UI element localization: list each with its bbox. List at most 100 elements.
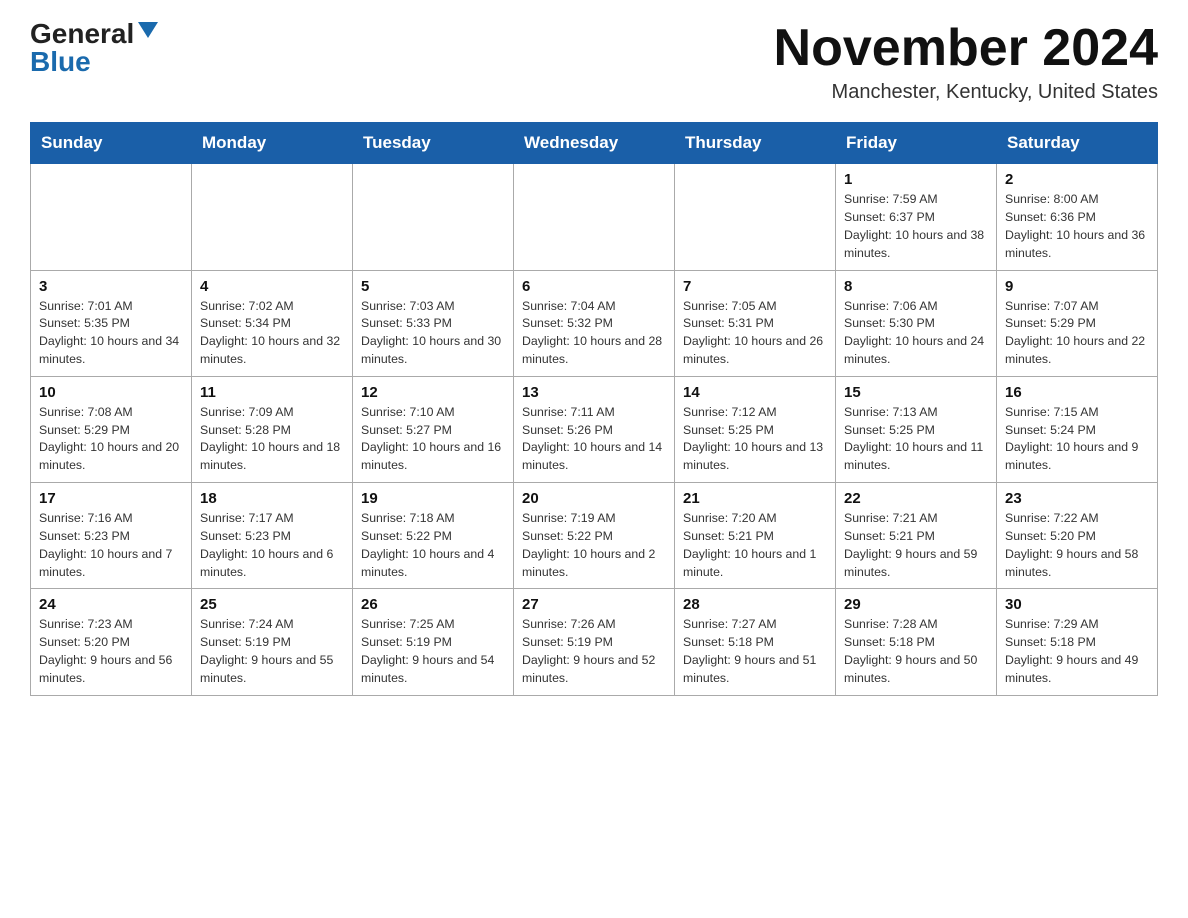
location-text: Manchester, Kentucky, United States (774, 81, 1158, 104)
day-info: Sunrise: 7:10 AMSunset: 5:27 PMDaylight:… (361, 404, 505, 475)
table-row: 1 Sunrise: 7:59 AMSunset: 6:37 PMDaylight… (836, 164, 997, 270)
day-info: Sunrise: 7:18 AMSunset: 5:22 PMDaylight:… (361, 510, 505, 581)
day-info: Sunrise: 8:00 AMSunset: 6:36 PMDaylight:… (1005, 191, 1149, 262)
page-header: General Blue November 2024 Manchester, K… (30, 20, 1158, 104)
day-number: 16 (1005, 384, 1149, 401)
col-thursday: Thursday (675, 123, 836, 164)
day-info: Sunrise: 7:05 AMSunset: 5:31 PMDaylight:… (683, 298, 827, 369)
day-number: 3 (39, 278, 183, 295)
table-row: 17Sunrise: 7:16 AMSunset: 5:23 PMDayligh… (31, 483, 192, 589)
day-info: Sunrise: 7:02 AMSunset: 5:34 PMDaylight:… (200, 298, 344, 369)
logo: General Blue (30, 20, 158, 76)
day-number: 6 (522, 278, 666, 295)
day-info: Sunrise: 7:28 AMSunset: 5:18 PMDaylight:… (844, 616, 988, 687)
calendar-week-1: 1 Sunrise: 7:59 AMSunset: 6:37 PMDaylight… (31, 164, 1158, 270)
day-number: 11 (200, 384, 344, 401)
day-info: Sunrise: 7:15 AMSunset: 5:24 PMDaylight:… (1005, 404, 1149, 475)
day-number: 12 (361, 384, 505, 401)
day-info: Sunrise: 7:19 AMSunset: 5:22 PMDaylight:… (522, 510, 666, 581)
calendar-week-2: 3 Sunrise: 7:01 AMSunset: 5:35 PMDaylight… (31, 270, 1158, 376)
table-row: 28 Sunrise: 7:27 AMSunset: 5:18 PMDayligh… (675, 589, 836, 695)
table-row: 23 Sunrise: 7:22 AMSunset: 5:20 PMDayligh… (997, 483, 1158, 589)
table-row: 14Sunrise: 7:12 AMSunset: 5:25 PMDayligh… (675, 376, 836, 482)
day-info: Sunrise: 7:03 AMSunset: 5:33 PMDaylight:… (361, 298, 505, 369)
day-info: Sunrise: 7:04 AMSunset: 5:32 PMDaylight:… (522, 298, 666, 369)
day-info: Sunrise: 7:09 AMSunset: 5:28 PMDaylight:… (200, 404, 344, 475)
table-row: 13 Sunrise: 7:11 AMSunset: 5:26 PMDayligh… (514, 376, 675, 482)
table-row: 21 Sunrise: 7:20 AMSunset: 5:21 PMDayligh… (675, 483, 836, 589)
day-info: Sunrise: 7:07 AMSunset: 5:29 PMDaylight:… (1005, 298, 1149, 369)
table-row: 27Sunrise: 7:26 AMSunset: 5:19 PMDayligh… (514, 589, 675, 695)
day-number: 7 (683, 278, 827, 295)
table-row (675, 164, 836, 270)
table-row: 19 Sunrise: 7:18 AMSunset: 5:22 PMDayligh… (353, 483, 514, 589)
table-row: 20 Sunrise: 7:19 AMSunset: 5:22 PMDayligh… (514, 483, 675, 589)
day-info: Sunrise: 7:29 AMSunset: 5:18 PMDaylight:… (1005, 616, 1149, 687)
day-number: 23 (1005, 490, 1149, 507)
day-info: Sunrise: 7:59 AMSunset: 6:37 PMDaylight:… (844, 191, 988, 262)
table-row: 29 Sunrise: 7:28 AMSunset: 5:18 PMDayligh… (836, 589, 997, 695)
day-info: Sunrise: 7:16 AMSunset: 5:23 PMDaylight:… (39, 510, 183, 581)
day-number: 24 (39, 596, 183, 613)
day-number: 30 (1005, 596, 1149, 613)
table-row (31, 164, 192, 270)
logo-triangle-icon (138, 22, 158, 38)
day-number: 20 (522, 490, 666, 507)
day-info: Sunrise: 7:23 AMSunset: 5:20 PMDaylight:… (39, 616, 183, 687)
day-number: 21 (683, 490, 827, 507)
day-number: 25 (200, 596, 344, 613)
day-info: Sunrise: 7:26 AMSunset: 5:19 PMDaylight:… (522, 616, 666, 687)
day-number: 8 (844, 278, 988, 295)
day-number: 4 (200, 278, 344, 295)
table-row: 25 Sunrise: 7:24 AMSunset: 5:19 PMDayligh… (192, 589, 353, 695)
day-info: Sunrise: 7:24 AMSunset: 5:19 PMDaylight:… (200, 616, 344, 687)
day-info: Sunrise: 7:25 AMSunset: 5:19 PMDaylight:… (361, 616, 505, 687)
day-info: Sunrise: 7:22 AMSunset: 5:20 PMDaylight:… (1005, 510, 1149, 581)
col-tuesday: Tuesday (353, 123, 514, 164)
table-row: 16 Sunrise: 7:15 AMSunset: 5:24 PMDayligh… (997, 376, 1158, 482)
day-number: 28 (683, 596, 827, 613)
col-saturday: Saturday (997, 123, 1158, 164)
day-number: 15 (844, 384, 988, 401)
table-row: 2 Sunrise: 8:00 AMSunset: 6:36 PMDaylight… (997, 164, 1158, 270)
day-number: 10 (39, 384, 183, 401)
day-info: Sunrise: 7:21 AMSunset: 5:21 PMDaylight:… (844, 510, 988, 581)
day-info: Sunrise: 7:11 AMSunset: 5:26 PMDaylight:… (522, 404, 666, 475)
day-number: 1 (844, 171, 988, 188)
day-info: Sunrise: 7:12 AMSunset: 5:25 PMDaylight:… (683, 404, 827, 475)
table-row: 10Sunrise: 7:08 AMSunset: 5:29 PMDayligh… (31, 376, 192, 482)
col-friday: Friday (836, 123, 997, 164)
day-info: Sunrise: 7:01 AMSunset: 5:35 PMDaylight:… (39, 298, 183, 369)
day-info: Sunrise: 7:27 AMSunset: 5:18 PMDaylight:… (683, 616, 827, 687)
table-row: 5Sunrise: 7:03 AMSunset: 5:33 PMDaylight… (353, 270, 514, 376)
table-row: 11 Sunrise: 7:09 AMSunset: 5:28 PMDayligh… (192, 376, 353, 482)
table-row: 3 Sunrise: 7:01 AMSunset: 5:35 PMDaylight… (31, 270, 192, 376)
day-number: 22 (844, 490, 988, 507)
day-info: Sunrise: 7:17 AMSunset: 5:23 PMDaylight:… (200, 510, 344, 581)
table-row: 24 Sunrise: 7:23 AMSunset: 5:20 PMDayligh… (31, 589, 192, 695)
day-info: Sunrise: 7:20 AMSunset: 5:21 PMDaylight:… (683, 510, 827, 581)
day-number: 19 (361, 490, 505, 507)
day-number: 2 (1005, 171, 1149, 188)
calendar-table: Sunday Monday Tuesday Wednesday Thursday… (30, 122, 1158, 696)
month-title: November 2024 (774, 20, 1158, 77)
table-row (192, 164, 353, 270)
day-number: 13 (522, 384, 666, 401)
col-sunday: Sunday (31, 123, 192, 164)
day-number: 18 (200, 490, 344, 507)
table-row (514, 164, 675, 270)
logo-blue-text: Blue (30, 48, 91, 76)
day-number: 9 (1005, 278, 1149, 295)
table-row: 15Sunrise: 7:13 AMSunset: 5:25 PMDayligh… (836, 376, 997, 482)
calendar-week-3: 10Sunrise: 7:08 AMSunset: 5:29 PMDayligh… (31, 376, 1158, 482)
table-row (353, 164, 514, 270)
day-info: Sunrise: 7:06 AMSunset: 5:30 PMDaylight:… (844, 298, 988, 369)
calendar-week-5: 24 Sunrise: 7:23 AMSunset: 5:20 PMDayligh… (31, 589, 1158, 695)
calendar-week-4: 17Sunrise: 7:16 AMSunset: 5:23 PMDayligh… (31, 483, 1158, 589)
table-row: 7 Sunrise: 7:05 AMSunset: 5:31 PMDaylight… (675, 270, 836, 376)
table-row: 4 Sunrise: 7:02 AMSunset: 5:34 PMDaylight… (192, 270, 353, 376)
calendar-header-row: Sunday Monday Tuesday Wednesday Thursday… (31, 123, 1158, 164)
col-wednesday: Wednesday (514, 123, 675, 164)
day-number: 29 (844, 596, 988, 613)
table-row: 22 Sunrise: 7:21 AMSunset: 5:21 PMDayligh… (836, 483, 997, 589)
